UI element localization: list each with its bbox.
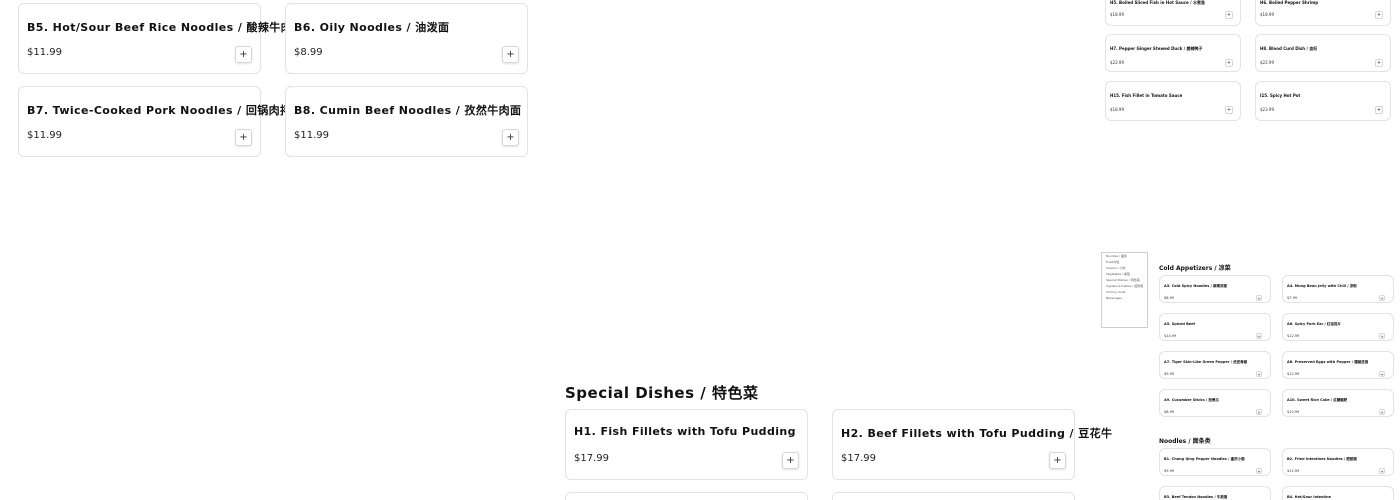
menu-item-card[interactable]: H15. Fish Fillet in Tomato Sauce $18.99 … <box>1105 81 1241 121</box>
menu-item-card[interactable]: B6. Oily Noodles / 油泼面 $8.99 + <box>285 3 528 74</box>
menu-item-card[interactable]: A10. Sweet Rice Cake / 红糖糍粑 $10.99 + <box>1282 389 1394 417</box>
menu-item-name: I15. Spicy Hot Pot <box>1260 93 1301 98</box>
add-to-cart-button[interactable]: + <box>782 452 799 469</box>
menu-item-price: $8.99 <box>294 47 323 58</box>
menu-item-price: $11.99 <box>1287 469 1300 473</box>
menu-item-name: H5. Boiled Sliced Fish in Hot Sauce / 水煮… <box>1110 0 1206 5</box>
menu-item-card[interactable]: B7. Twice-Cooked Pork Noodles / 回锅肉拌面 $1… <box>18 86 302 157</box>
add-to-cart-button[interactable]: + <box>1225 106 1233 114</box>
menu-item-card[interactable]: A9. Cucumber Sticks / 拍黄瓜 $8.99 + <box>1159 389 1271 417</box>
section-title-cold-appetizers: Cold Appetizers / 凉菜 <box>1159 265 1231 272</box>
menu-item-price: $18.99 <box>1110 12 1124 17</box>
add-to-cart-button[interactable]: + <box>1375 106 1383 114</box>
menu-item-name: A10. Sweet Rice Cake / 红糖糍粑 <box>1287 398 1348 402</box>
menu-item-price: $11.99 <box>294 130 329 141</box>
menu-item-price: $14.99 <box>1164 334 1177 338</box>
add-to-cart-button[interactable]: + <box>1379 371 1385 377</box>
menu-item-price: $18.99 <box>1110 107 1124 112</box>
sidebar-item-beverages[interactable]: Beverages <box>1102 295 1147 301</box>
add-to-cart-button[interactable]: + <box>1049 452 1066 469</box>
menu-item-name: A4. Mung Bean Jelly with Chili / 凉粉 <box>1287 284 1357 288</box>
add-to-cart-button[interactable]: + <box>1256 333 1262 339</box>
menu-item-card[interactable]: B1. Chong Qing Pepper Noodles / 重庆小面 $9.… <box>1159 448 1271 476</box>
menu-item-name: H8. Blood Curd Dish / 血旺 <box>1260 46 1318 51</box>
menu-item-card[interactable]: H7. Pepper Ginger Stewed Duck / 姜辣鸭子 $22… <box>1105 34 1241 72</box>
menu-item-card[interactable]: B8. Cumin Beef Noodles / 孜然牛肉面 $11.99 + <box>285 86 528 157</box>
menu-item-card[interactable]: B3. Beef Tendon Noodles / 牛筋面 <box>1159 486 1271 500</box>
menu-item-name: B8. Cumin Beef Noodles / 孜然牛肉面 <box>294 104 522 117</box>
menu-item-name: A3. Cold Spicy Noodles / 麻辣凉面 <box>1164 284 1228 288</box>
add-to-cart-button[interactable]: + <box>1379 295 1385 301</box>
menu-item-card[interactable]: I15. Spicy Hot Pot $23.99 + <box>1255 81 1391 121</box>
add-to-cart-button[interactable]: + <box>235 129 252 146</box>
menu-item-card[interactable]: A3. Cold Spicy Noodles / 麻辣凉面 $8.99 + <box>1159 275 1271 303</box>
add-to-cart-button[interactable]: + <box>235 46 252 63</box>
add-to-cart-button[interactable]: + <box>1379 409 1385 415</box>
menu-item-card[interactable]: B5. Hot/Sour Beef Rice Noodles / 酸辣牛肉米粉 … <box>18 3 314 74</box>
menu-item-card[interactable]: B4. Hot/Sour Intestine <box>1282 486 1394 500</box>
add-to-cart-button[interactable]: + <box>1225 11 1233 19</box>
menu-item-card[interactable]: B2. Fried Intestines Noodles / 肥肠面 $11.9… <box>1282 448 1394 476</box>
menu-item-price: $18.99 <box>1260 12 1274 17</box>
menu-item-card[interactable]: A4. Mung Bean Jelly with Chili / 凉粉 $7.9… <box>1282 275 1394 303</box>
menu-item-price: $17.99 <box>841 453 876 464</box>
menu-item-card[interactable] <box>565 492 808 500</box>
menu-item-price: $10.99 <box>1287 410 1300 414</box>
menu-item-price: $22.99 <box>1110 60 1124 65</box>
menu-item-name: H7. Pepper Ginger Stewed Duck / 姜辣鸭子 <box>1110 46 1203 51</box>
add-to-cart-button[interactable]: + <box>502 46 519 63</box>
menu-item-name: H15. Fish Fillet in Tomato Sauce <box>1110 93 1183 98</box>
add-to-cart-button[interactable]: + <box>502 129 519 146</box>
menu-item-name: H6. Boiled Pepper Shrimp <box>1260 0 1319 5</box>
section-title-noodles: Noodles / 面条类 <box>1159 438 1211 445</box>
menu-item-name: B3. Beef Tendon Noodles / 牛筋面 <box>1164 495 1228 499</box>
menu-item-price: $9.99 <box>1164 372 1175 376</box>
menu-item-name: A8. Preserved Eggs with Pepper / 擂椒皮蛋 <box>1287 360 1369 364</box>
menu-item-name: A5. Spiced Beef <box>1164 322 1196 326</box>
add-to-cart-button[interactable]: + <box>1375 59 1383 67</box>
menu-item-price: $7.99 <box>1287 296 1298 300</box>
menu-item-card[interactable]: H6. Boiled Pepper Shrimp $18.99 + <box>1255 0 1391 26</box>
menu-item-name: B7. Twice-Cooked Pork Noodles / 回锅肉拌面 <box>27 104 303 117</box>
menu-item-card[interactable]: H2. Beef Fillets with Tofu Pudding / 豆花牛… <box>832 409 1112 480</box>
menu-item-name: H1. Fish Fillets with Tofu Pudding <box>574 425 796 438</box>
menu-item-price: $12.99 <box>1287 334 1300 338</box>
menu-item-price: $17.99 <box>574 453 609 464</box>
add-to-cart-button[interactable]: + <box>1256 371 1262 377</box>
add-to-cart-button[interactable]: + <box>1379 468 1385 474</box>
menu-item-price: $8.99 <box>1164 296 1175 300</box>
category-sidebar: Noodles / 面条 Fried炒饭 Snacks / 小吃 Vegetab… <box>1101 252 1148 328</box>
menu-item-price: $11.99 <box>27 130 62 141</box>
menu-item-name: B1. Chong Qing Pepper Noodles / 重庆小面 <box>1164 457 1245 461</box>
menu-item-card[interactable]: H8. Blood Curd Dish / 血旺 $22.99 + <box>1255 34 1391 72</box>
menu-item-name: A7. Tiger Skin-Like Green Pepper / 虎皮青椒 <box>1164 360 1248 364</box>
menu-item-card[interactable] <box>832 492 1075 500</box>
menu-item-price: $12.99 <box>1287 372 1300 376</box>
add-to-cart-button[interactable]: + <box>1256 409 1262 415</box>
menu-item-name: A6. Spicy Pork Ear / 红油耳片 <box>1287 322 1341 326</box>
menu-item-price: $11.99 <box>27 47 62 58</box>
menu-item-price: $9.99 <box>1164 469 1175 473</box>
menu-item-card[interactable]: A8. Preserved Eggs with Pepper / 擂椒皮蛋 $1… <box>1282 351 1394 379</box>
menu-item-name: H2. Beef Fillets with Tofu Pudding / 豆花牛 <box>841 427 1113 440</box>
menu-item-price: $23.99 <box>1260 107 1274 112</box>
add-to-cart-button[interactable]: + <box>1225 59 1233 67</box>
menu-item-card[interactable]: H5. Boiled Sliced Fish in Hot Sauce / 水煮… <box>1105 0 1241 26</box>
menu-item-name: B2. Fried Intestines Noodles / 肥肠面 <box>1287 457 1357 461</box>
menu-item-price: $22.99 <box>1260 60 1274 65</box>
menu-item-name: B5. Hot/Sour Beef Rice Noodles / 酸辣牛肉米粉 <box>27 21 315 34</box>
menu-item-price: $8.99 <box>1164 410 1175 414</box>
menu-item-card[interactable]: A5. Spiced Beef $14.99 + <box>1159 313 1271 341</box>
menu-item-card[interactable]: H1. Fish Fillets with Tofu Pudding $17.9… <box>565 409 808 480</box>
menu-item-name: A9. Cucumber Sticks / 拍黄瓜 <box>1164 398 1219 402</box>
add-to-cart-button[interactable]: + <box>1256 468 1262 474</box>
add-to-cart-button[interactable]: + <box>1379 333 1385 339</box>
add-to-cart-button[interactable]: + <box>1375 11 1383 19</box>
add-to-cart-button[interactable]: + <box>1256 295 1262 301</box>
menu-item-name: B4. Hot/Sour Intestine <box>1287 495 1331 499</box>
section-title-special-dishes: Special Dishes / 特色菜 <box>565 384 759 402</box>
menu-item-name: B6. Oily Noodles / 油泼面 <box>294 21 450 34</box>
menu-item-card[interactable]: A6. Spicy Pork Ear / 红油耳片 $12.99 + <box>1282 313 1394 341</box>
menu-item-card[interactable]: A7. Tiger Skin-Like Green Pepper / 虎皮青椒 … <box>1159 351 1271 379</box>
